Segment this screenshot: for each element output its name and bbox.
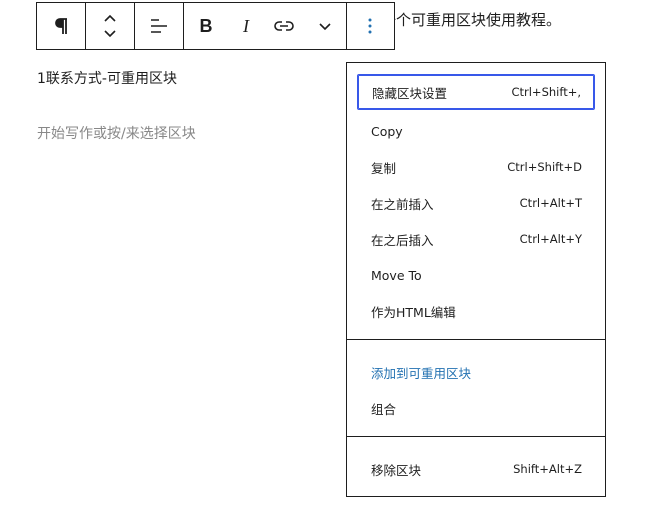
menu-item-shortcut: Ctrl+Shift+, [511,85,581,99]
more-options-icon [368,18,372,34]
block-toolbar: B I [36,2,395,50]
menu-item-label: 移除区块 [371,462,422,478]
menu-item-shortcut: Ctrl+Alt+T [519,196,582,210]
menu-item-label: 添加到可重用区块 [371,365,472,381]
menu-item-add-to-reusable[interactable]: 添加到可重用区块 [357,354,595,390]
align-group [135,3,184,49]
menu-item-move-to[interactable]: Move To [357,257,595,293]
more-formats-button[interactable] [304,3,346,49]
italic-button[interactable]: I [228,3,264,49]
menu-divider [347,436,605,437]
move-up-down-icon [103,13,117,39]
menu-divider [347,339,605,340]
menu-item-label: 复制 [371,160,397,176]
move-up-down-button[interactable] [86,3,134,49]
more-options-button[interactable] [347,3,393,49]
chevron-down-icon [318,21,332,31]
link-button[interactable] [264,3,304,49]
bold-button[interactable]: B [184,3,228,49]
move-group [86,3,135,49]
align-left-icon [150,18,168,34]
menu-item-edit-as-html[interactable]: 作为HTML编辑 [357,293,595,329]
paragraph-icon [54,17,68,35]
menu-item-label: Move To [371,267,422,283]
menu-item-label: 隐藏区块设置 [372,85,448,101]
menu-item-duplicate[interactable]: 复制 Ctrl+Shift+D [357,149,595,185]
menu-item-label: 组合 [371,401,397,417]
bold-icon: B [199,15,213,36]
options-group [347,3,393,49]
menu-item-label: 作为HTML编辑 [371,304,456,320]
menu-item-insert-before[interactable]: 在之前插入 Ctrl+Alt+T [357,185,595,221]
menu-item-label: 在之前插入 [371,196,434,212]
menu-item-shortcut: Ctrl+Alt+Y [519,232,582,246]
menu-item-group[interactable]: 组合 [357,390,595,426]
format-group: B I [184,3,347,49]
menu-item-shortcut: Shift+Alt+Z [513,462,582,476]
block-type-group [37,3,86,49]
link-icon [274,20,294,32]
menu-item-shortcut: Ctrl+Shift+D [507,160,582,174]
align-button[interactable] [135,3,183,49]
paragraph-text[interactable]: 享一个可重用区块使用教程。 [366,9,561,30]
menu-item-copy[interactable]: Copy [357,113,595,149]
menu-item-label: 在之后插入 [371,232,434,248]
block-placeholder[interactable]: 开始写作或按/来选择区块 [37,123,196,143]
block-options-menu: 隐藏区块设置 Ctrl+Shift+, Copy 复制 Ctrl+Shift+D… [346,62,606,497]
menu-item-hide-settings[interactable]: 隐藏区块设置 Ctrl+Shift+, [357,74,595,110]
menu-item-remove-block[interactable]: 移除区块 Shift+Alt+Z [357,451,595,487]
reusable-block-title[interactable]: 1联系方式-可重用区块 [37,68,177,88]
menu-item-label: Copy [371,123,403,139]
menu-item-insert-after[interactable]: 在之后插入 Ctrl+Alt+Y [357,221,595,257]
italic-icon: I [243,15,249,36]
paragraph-button[interactable] [37,3,85,49]
